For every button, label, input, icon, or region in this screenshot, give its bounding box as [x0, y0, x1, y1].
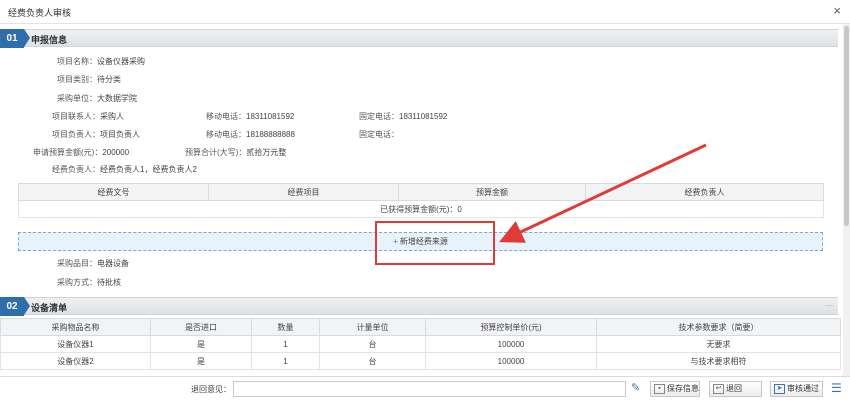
field-value: 贰拾万元整 [246, 148, 287, 157]
table-cell: 设备仪器2 [0, 352, 151, 370]
field-label: 项目联系人： [52, 112, 100, 121]
field-label: 项目类别： [57, 75, 97, 84]
table-cell: 100000 [425, 352, 597, 370]
funds-source-table: 经费文号 经费项目 预算金额 经费负责人 已获得预算金额(元)：0 [18, 183, 824, 218]
field-leader-mobile: 移动电话：18188888888 [206, 129, 295, 140]
scrollbar-thumb[interactable] [844, 26, 849, 226]
field-label: 采购品目： [57, 259, 97, 268]
table-cell: 台 [319, 352, 426, 370]
column-header: 预算控制单价(元) [425, 318, 597, 336]
save-button-label: 保存信息 [667, 384, 699, 393]
field-value: 待批核 [97, 278, 121, 287]
section-header-declaration: 01 申报信息 [0, 29, 838, 48]
approve-button[interactable]: ➤ 审核通过 [770, 381, 823, 397]
field-label: 移动电话： [206, 130, 246, 139]
field-label: 申请预算金额(元)： [33, 148, 103, 157]
field-budget: 申请预算金额(元)：200000 [33, 147, 129, 158]
table-cell: 设备仪器1 [0, 335, 151, 353]
menu-icon[interactable]: ☰ [831, 381, 842, 395]
return-icon: ↩ [713, 383, 724, 394]
field-contact: 项目联系人：采购人 [52, 111, 124, 122]
field-label: 移动电话： [206, 112, 246, 121]
field-project-name: 项目名称：设备仪器采购 [57, 56, 145, 67]
field-value: 18311081592 [399, 112, 448, 121]
field-leader: 项目负责人：项目负责人 [52, 129, 140, 140]
section-number: 02 [0, 297, 30, 316]
field-label: 采购单位： [57, 94, 97, 103]
table-cell: 台 [319, 335, 426, 353]
field-contact-phone: 固定电话：18311081592 [359, 111, 447, 122]
section-number: 01 [0, 29, 30, 48]
column-header: 经费项目 [208, 183, 399, 201]
field-purchase-method: 采购方式：待批核 [57, 277, 121, 288]
table-cell: 是 [150, 335, 252, 353]
table-cell: 1 [251, 335, 320, 353]
field-contact-mobile: 移动电话：18311081592 [206, 111, 294, 122]
return-opinion-input[interactable] [233, 381, 626, 397]
field-purchase-unit: 采购单位：大数据学院 [57, 93, 137, 104]
field-value: 待分类 [97, 75, 121, 84]
vertical-scrollbar[interactable] [843, 24, 850, 376]
field-project-type: 项目类别：待分类 [57, 74, 121, 85]
send-icon: ➤ [774, 383, 785, 394]
column-header: 计量单位 [319, 318, 426, 336]
section-header-equipment: 02 设备清单 — [0, 297, 838, 316]
return-button-label: 退回 [726, 384, 742, 393]
table-header-row: 经费文号 经费项目 预算金额 经费负责人 [18, 183, 824, 201]
table-cell: 是 [150, 352, 252, 370]
table-row: 设备仪器1 是 1 台 100000 无要求 [0, 335, 841, 353]
field-label: 预算合计(大写)： [185, 148, 247, 157]
annotation-highlight-box [375, 221, 495, 265]
field-value: 200000 [102, 148, 130, 157]
dialog-titlebar: 经费负责人审核 × [0, 0, 850, 24]
field-label: 项目名称： [57, 57, 97, 66]
table-cell: 与技术要求相符 [596, 352, 841, 370]
table-cell: 100000 [425, 335, 597, 353]
field-funds-owner: 经费负责人：经费负责人1，经费负责人2 [52, 164, 197, 175]
funds-total: 已获得预算金额(元)：0 [18, 200, 824, 218]
field-label: 项目负责人： [52, 130, 100, 139]
action-bar: 退回意见： ✎ ▪ 保存信息 ↩ 退回 ➤ 审核通过 ☰ [0, 376, 850, 400]
field-value: 经费负责人1，经费负责人2 [100, 165, 197, 174]
column-header: 经费负责人 [585, 183, 824, 201]
table-cell: 无要求 [596, 335, 841, 353]
column-header: 采购物品名称 [0, 318, 151, 336]
column-header: 是否进口 [150, 318, 252, 336]
column-header: 数量 [251, 318, 320, 336]
collapse-icon[interactable]: — [825, 300, 834, 310]
section-title: 设备清单 [31, 303, 68, 313]
table-row: 设备仪器2 是 1 台 100000 与技术要求相符 [0, 352, 841, 370]
column-header: 技术参数要求（简要） [596, 318, 841, 336]
field-budget-capital: 预算合计(大写)：贰拾万元整 [185, 147, 286, 158]
field-label: 采购方式： [57, 278, 97, 287]
equipment-table: 采购物品名称 是否进口 数量 计量单位 预算控制单价(元) 技术参数要求（简要）… [0, 318, 841, 370]
table-header-row: 采购物品名称 是否进口 数量 计量单位 预算控制单价(元) 技术参数要求（简要） [0, 318, 841, 336]
return-opinion-label: 退回意见： [191, 385, 231, 394]
column-header: 经费文号 [18, 183, 209, 201]
section-title: 申报信息 [31, 35, 68, 45]
return-button[interactable]: ↩ 退回 [709, 381, 762, 397]
field-label: 固定电话： [359, 112, 399, 121]
field-value: 18188888888 [246, 130, 295, 139]
approve-button-label: 审核通过 [787, 384, 819, 393]
field-value: 项目负责人 [100, 130, 140, 139]
field-label: 固定电话： [359, 130, 399, 139]
field-purchase-item: 采购品目：电器设备 [57, 258, 129, 269]
field-value: 采购人 [100, 112, 124, 121]
edit-icon[interactable]: ✎ [631, 381, 640, 394]
field-value: 大数据学院 [97, 94, 137, 103]
save-button[interactable]: ▪ 保存信息 [650, 381, 700, 397]
field-label: 经费负责人： [52, 165, 100, 174]
save-icon: ▪ [654, 383, 665, 394]
field-value: 设备仪器采购 [97, 57, 145, 66]
dialog-title: 经费负责人审核 [8, 8, 72, 18]
field-value: 18311081592 [246, 112, 295, 121]
field-leader-phone: 固定电话： [359, 129, 399, 140]
column-header: 预算金额 [398, 183, 586, 201]
field-value: 电器设备 [97, 259, 129, 268]
close-icon[interactable]: × [833, 3, 841, 18]
table-cell: 1 [251, 352, 320, 370]
table-row: 已获得预算金额(元)：0 [18, 200, 824, 218]
